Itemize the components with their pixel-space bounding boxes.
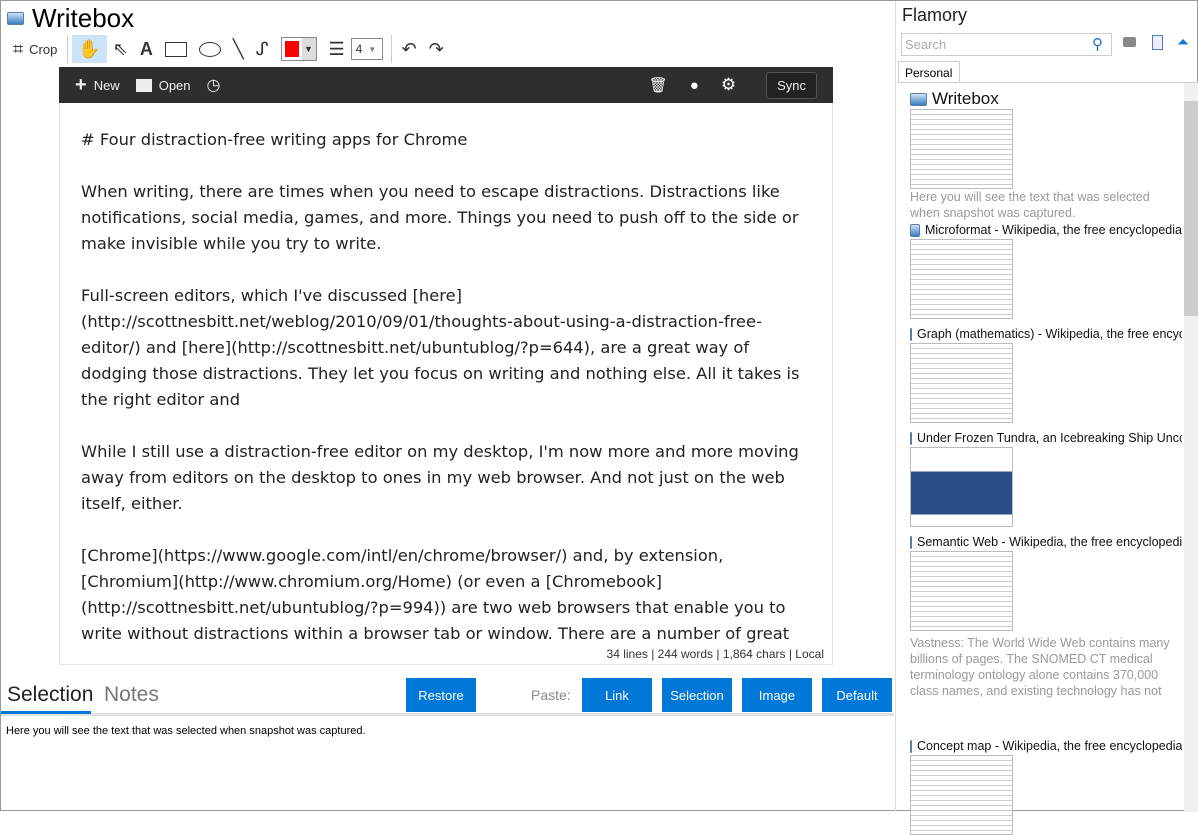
line-width-select[interactable]: 4 ▼ (350, 38, 383, 60)
open-button[interactable]: Open (135, 77, 191, 93)
pointer-tool[interactable]: ⇖ (107, 35, 134, 63)
document-icon[interactable] (1152, 35, 1163, 50)
history-button[interactable]: ◷ (207, 75, 221, 95)
list-item[interactable]: Graph (mathematics) - Wikipedia, the fre… (910, 327, 1182, 423)
paragraph: Full-screen editors, which I've discusse… (81, 286, 805, 409)
paste-image-button[interactable]: Image (742, 678, 812, 712)
tab-notes[interactable]: Notes (104, 683, 159, 707)
divider (895, 1, 896, 812)
crop-label: Crop (29, 41, 58, 57)
camera-icon[interactable] (1123, 37, 1136, 47)
freehand-tool[interactable]: ᔑ (250, 35, 275, 63)
ellipse-tool[interactable] (193, 35, 227, 63)
thumbnail (910, 239, 1013, 319)
undo-button[interactable]: ↶ (396, 35, 423, 63)
thumbnail (910, 109, 1013, 189)
search-icon[interactable]: ⚲ (1092, 35, 1103, 53)
trash-icon[interactable]: 🗑 (649, 76, 668, 94)
open-label: Open (158, 77, 191, 93)
entry-title: Microformat - Wikipedia, the free encycl… (924, 223, 1182, 237)
user-icon[interactable]: ● (690, 77, 699, 94)
paragraph: When writing, there are times when you n… (81, 182, 804, 253)
status-bar: 34 lines | 244 words | 1,864 chars | Loc… (598, 646, 832, 664)
entry-description: Vastness: The World Wide Web contains ma… (910, 636, 1170, 698)
plus-icon: + (75, 73, 87, 96)
paragraph: [Chrome](https://www.google.com/intl/en/… (81, 546, 791, 643)
entry-title: Graph (mathematics) - Wikipedia, the fre… (917, 327, 1182, 341)
paragraph: While I still use a distraction-free edi… (81, 442, 804, 513)
paste-default-button[interactable]: Default (822, 678, 892, 712)
window-title: Writebox (7, 3, 134, 34)
folder-icon (135, 78, 152, 92)
paste-link-button[interactable]: Link (582, 678, 652, 712)
entry-title: Writebox (932, 89, 999, 108)
paste-selection-button[interactable]: Selection (662, 678, 732, 712)
entry-description: Here you will see the text that was sele… (910, 190, 1150, 220)
line-tool[interactable]: ╲ (227, 35, 250, 63)
gear-icon[interactable]: ⚙ (721, 75, 736, 95)
clock-icon: ◷ (206, 77, 221, 94)
search-input[interactable]: Search (901, 33, 1112, 56)
thumbnail (910, 343, 1013, 423)
list-item[interactable]: Microformat - Wikipedia, the free encycl… (910, 223, 1182, 319)
list-item[interactable]: Under Frozen Tundra, an Icebreaking Ship… (910, 431, 1182, 527)
entry-title: Concept map - Wikipedia, the free encycl… (917, 739, 1182, 753)
tab-personal[interactable]: Personal (898, 61, 960, 83)
new-label: New (93, 77, 120, 93)
toolbar: ⌗ Crop ✋ ⇖ A ╲ ᔑ ▼ ☰ 4 ▼ ↶ ↷ (7, 35, 450, 63)
redo-button[interactable]: ↷ (423, 35, 450, 63)
scrollbar-thumb[interactable] (1184, 101, 1198, 316)
crop-button[interactable]: ⌗ Crop (7, 35, 63, 63)
tab-selection[interactable]: Selection (1, 683, 93, 714)
title-text: Writebox (32, 3, 135, 33)
list-item[interactable]: Writebox Here you will see the text that… (910, 89, 1182, 221)
thumbnail (910, 447, 1013, 527)
line-style-icon[interactable]: ☰ (323, 35, 351, 63)
line-width-value: 4 (355, 42, 363, 56)
text-tool[interactable]: A (134, 35, 159, 63)
restore-button[interactable]: Restore (406, 678, 476, 712)
thumbnail (910, 755, 1013, 835)
list-item[interactable]: Concept map - Wikipedia, the free encycl… (910, 739, 1182, 835)
new-button[interactable]: + New (75, 74, 120, 97)
flamory-title: Flamory (902, 5, 968, 25)
rectangle-tool[interactable] (159, 35, 193, 63)
entry-title: Under Frozen Tundra, an Icebreaking Ship… (917, 431, 1182, 445)
divider (67, 35, 69, 63)
paragraph: # Four distraction-free writing apps for… (81, 130, 468, 149)
editor-toolbar: + New Open ◷ 🗑 ● ⚙ Sync (59, 67, 833, 103)
list-item[interactable]: Semantic Web - Wikipedia, the free encyc… (910, 535, 1182, 699)
paste-label: Paste: (531, 687, 571, 703)
crop-icon: ⌗ (13, 38, 24, 59)
selection-text: Here you will see the text that was sele… (6, 725, 366, 737)
sync-button[interactable]: Sync (766, 71, 817, 99)
entry-title: Semantic Web - Wikipedia, the free encyc… (917, 535, 1182, 549)
thumbnail (910, 551, 1013, 631)
app-icon (7, 12, 24, 25)
collapse-icon[interactable]: ⏶ (1177, 34, 1189, 51)
divider (390, 35, 392, 63)
snapshot-list: Writebox Here you will see the text that… (898, 82, 1198, 835)
hand-tool[interactable]: ✋ (72, 35, 107, 63)
editor-textarea[interactable]: # Four distraction-free writing apps for… (59, 103, 833, 665)
color-picker[interactable]: ▼ (275, 35, 323, 63)
